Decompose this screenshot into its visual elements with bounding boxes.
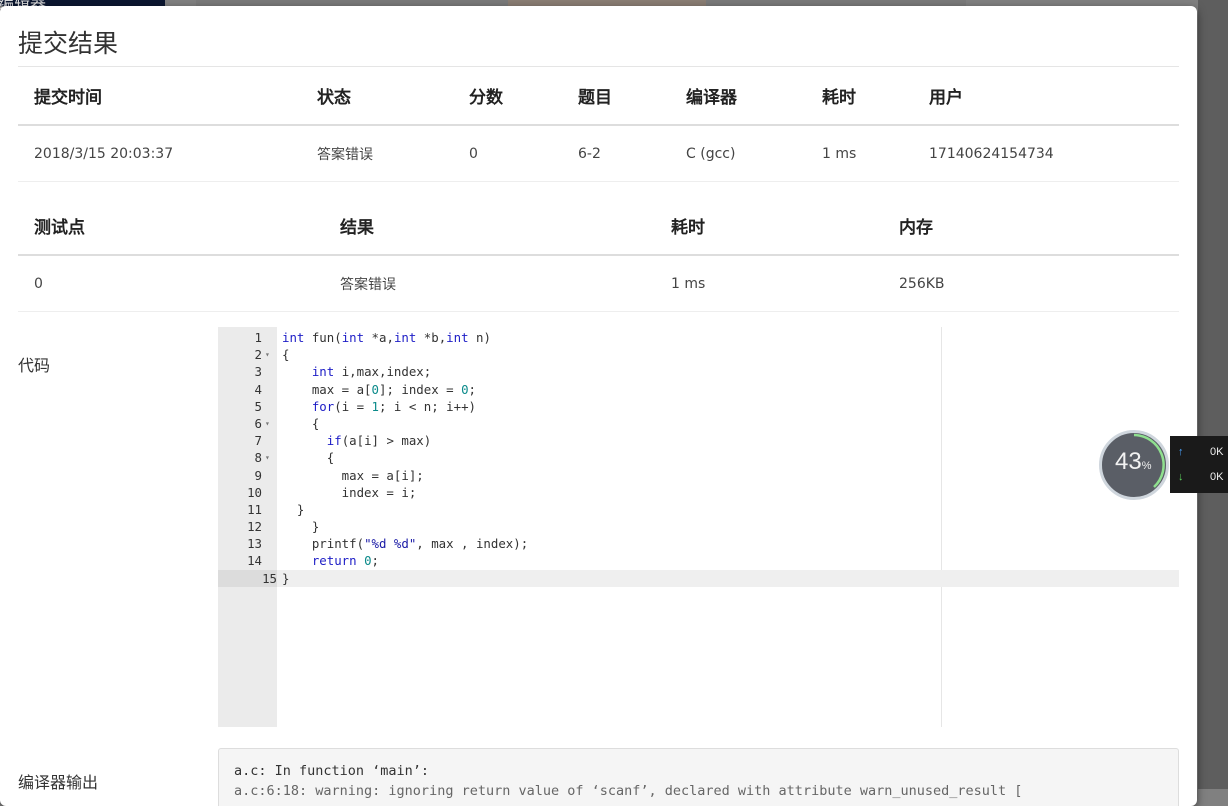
line-number: 11 (247, 501, 262, 517)
code-line: 5 for(i = 1; i < n; i++) (218, 398, 1179, 415)
status-badge: 答案错误 (301, 125, 453, 182)
code-text: int fun(int *a,int *b,int n) (282, 330, 491, 345)
line-number: 10 (247, 484, 262, 500)
duration-value: 1 ms (806, 125, 913, 182)
line-number: 12 (247, 519, 262, 535)
code-text: { (282, 347, 290, 363)
fold-toggle-icon[interactable]: ▾ (265, 415, 270, 432)
line-number: 3 (254, 364, 262, 380)
line-number: 6 (254, 415, 262, 431)
arrow-down-icon: ↓ (1178, 471, 1184, 483)
code-label: 代码 (18, 356, 51, 375)
header-testcase-duration: 耗时 (655, 197, 883, 256)
line-number: 5 (254, 398, 262, 414)
code-line: 10 index = i; (218, 484, 1179, 501)
testcase-duration: 1 ms (655, 255, 883, 312)
code-line: 12 } (218, 518, 1179, 535)
table-row: 0 答案错误 1 ms 256KB (18, 255, 1179, 312)
line-number: 9 (254, 467, 262, 483)
table-row: 2018/3/15 20:03:37 答案错误 0 6-2 C (gcc) 1 … (18, 125, 1179, 182)
code-line: 1 int fun(int *a,int *b,int n) (218, 329, 1179, 346)
testcase-header-row: 测试点 结果 耗时 内存 (18, 197, 1179, 256)
percent-sign: % (1141, 460, 1152, 472)
header-memory: 内存 (883, 197, 1179, 256)
code-line: 7 if(a[i] > max) (218, 432, 1179, 449)
arrow-up-icon: ↑ (1178, 446, 1184, 458)
code-text: { (282, 450, 335, 466)
line-number: 7 (254, 433, 262, 449)
code-text: { (282, 415, 320, 431)
code-line: 11 } (218, 501, 1179, 518)
code-text: for(i = 1; i < n; i++) (311, 398, 476, 414)
header-user: 用户 (913, 67, 1179, 126)
code-text: return 0; (311, 553, 380, 569)
header-status: 状态 (301, 67, 453, 126)
download-speed: 0K (1210, 471, 1224, 483)
header-result: 结果 (324, 197, 655, 256)
testcase-table: 测试点 结果 耗时 内存 0 答案错误 1 ms 256KB (18, 197, 1179, 312)
percent-number: 43 (1115, 448, 1142, 475)
code-text: index = i; (282, 484, 417, 500)
code-text: max = a[0]; index = 0; (282, 381, 476, 397)
code-line: 9 max = a[i]; (218, 467, 1179, 484)
net-speed-widget[interactable]: 43% (1099, 430, 1169, 500)
submission-table: 提交时间 状态 分数 题目 编译器 耗时 用户 2018/3/15 20:03:… (18, 67, 1179, 182)
header-score: 分数 (453, 67, 562, 126)
line-number: 4 (254, 381, 262, 397)
upload-speed-row: ↑ 0K (1178, 446, 1223, 458)
testcase-result: 答案错误 (324, 255, 655, 312)
code-text: printf("%d %d", max , index); (282, 536, 529, 552)
line-number: 2 (254, 347, 262, 363)
code-text: } (282, 570, 290, 586)
code-line: 13 printf("%d %d", max , index); (218, 535, 1179, 552)
line-number: 15 (218, 569, 277, 587)
user-value: 17140624154734 (913, 125, 1179, 182)
code-line: 2 ▾ { (218, 346, 1179, 363)
code-text: max = a[i]; (282, 467, 424, 483)
code-text: if(a[i] > max) (326, 433, 432, 449)
code-line: 15} (218, 569, 1179, 587)
score-value: 0 (453, 125, 562, 182)
compiler-output-line: a.c:6:18: warning: ignoring return value… (234, 783, 1023, 799)
code-line: 3 int i,max,index; (218, 363, 1179, 380)
compiler-output-label: 编译器输出 (18, 773, 99, 792)
fold-toggle-icon[interactable]: ▾ (265, 449, 270, 466)
line-number: 8 (254, 450, 262, 466)
code-line: 8 ▾ { (218, 449, 1179, 466)
testcase-id: 0 (18, 255, 324, 312)
page-scrollbar[interactable] (1198, 0, 1228, 789)
submission-result-modal: 提交结果 提交时间 状态 分数 题目 编译器 耗时 用户 2018/3/15 2… (0, 6, 1197, 806)
submission-header-row: 提交时间 状态 分数 题目 编译器 耗时 用户 (18, 67, 1179, 126)
code-text: int i,max,index; (311, 364, 432, 380)
header-problem: 题目 (562, 67, 670, 126)
line-number: 1 (254, 330, 262, 345)
testcase-memory: 256KB (883, 255, 1179, 312)
modal-title: 提交结果 (18, 29, 119, 58)
line-number: 14 (247, 553, 262, 569)
code-line: 14 return 0; (218, 552, 1179, 569)
code-text: } (282, 501, 305, 517)
header-testcase: 测试点 (18, 197, 324, 256)
compiler-value: C (gcc) (670, 125, 806, 182)
code-line: 4 max = a[0]; index = 0; (218, 381, 1179, 398)
code-lines: 1 int fun(int *a,int *b,int n) 2 ▾{3 int i,… (218, 329, 1179, 587)
percent-value: 43% (1115, 448, 1151, 476)
code-editor[interactable]: 1 int fun(int *a,int *b,int n) 2 ▾{3 int i,… (218, 327, 1179, 727)
header-compiler: 编译器 (670, 67, 806, 126)
speed-panel: ↑ 0K ↓ 0K (1170, 436, 1228, 493)
fold-toggle-icon[interactable]: ▾ (265, 346, 270, 363)
code-text: } (282, 519, 320, 535)
compiler-output-box: a.c: In function ‘main’: a.c:6:18: warni… (218, 748, 1179, 806)
code-line: 6 ▾ { (218, 415, 1179, 432)
header-duration: 耗时 (806, 67, 913, 126)
download-speed-row: ↓ 0K (1178, 471, 1223, 483)
line-number: 13 (247, 536, 262, 552)
upload-speed: 0K (1210, 446, 1224, 458)
problem-link[interactable]: 6-2 (562, 125, 670, 182)
submit-time: 2018/3/15 20:03:37 (18, 125, 301, 182)
compiler-output-line: a.c: In function ‘main’: (234, 763, 430, 779)
header-submit-time: 提交时间 (18, 67, 301, 126)
